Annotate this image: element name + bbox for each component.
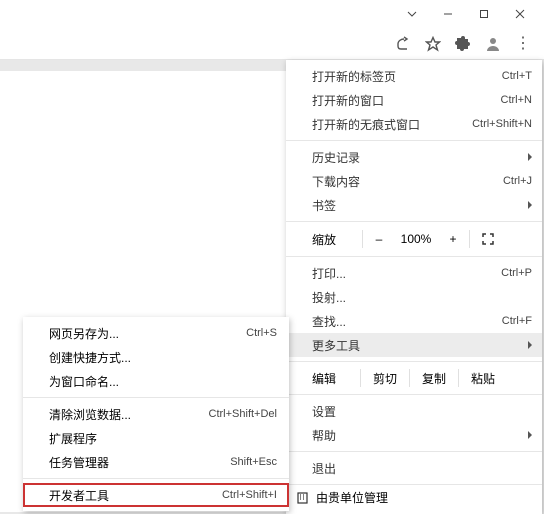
- building-icon: [294, 491, 310, 504]
- submenu-name-window[interactable]: 为窗口命名...: [23, 369, 289, 393]
- menu-new-window[interactable]: 打开新的窗口Ctrl+N: [286, 88, 542, 112]
- chevron-right-icon: [528, 201, 532, 209]
- menu-managed[interactable]: 由贵单位管理: [286, 484, 542, 510]
- menu-separator: [286, 140, 542, 141]
- submenu-create-shortcut[interactable]: 创建快捷方式...: [23, 345, 289, 369]
- menu-find[interactable]: 查找...Ctrl+F: [286, 309, 542, 333]
- more-tools-submenu: 网页另存为...Ctrl+S 创建快捷方式... 为窗口命名... 清除浏览数据…: [23, 317, 289, 511]
- window-minimize-button[interactable]: [430, 2, 466, 26]
- menu-downloads[interactable]: 下载内容Ctrl+J: [286, 169, 542, 193]
- bookmark-button[interactable]: [424, 35, 442, 53]
- maximize-icon: [478, 8, 490, 20]
- chevron-down-icon: [406, 8, 418, 20]
- menu-history[interactable]: 历史记录: [286, 145, 542, 169]
- submenu-clear-browsing-data[interactable]: 清除浏览数据...Ctrl+Shift+Del: [23, 402, 289, 426]
- menu-edit-row: 编辑 剪切 复制 粘贴: [286, 366, 542, 390]
- submenu-separator: [23, 397, 289, 398]
- main-menu: 打开新的标签页Ctrl+T 打开新的窗口Ctrl+N 打开新的无痕式窗口Ctrl…: [286, 60, 542, 514]
- extensions-button[interactable]: [454, 35, 472, 53]
- star-icon: [425, 36, 441, 52]
- submenu-extensions[interactable]: 扩展程序: [23, 426, 289, 450]
- browser-toolbar: ⋮: [0, 28, 544, 60]
- fullscreen-icon: [482, 233, 494, 245]
- menu-exit[interactable]: 退出: [286, 456, 542, 480]
- kebab-icon: ⋮: [515, 36, 531, 52]
- menu-separator: [286, 451, 542, 452]
- menu-separator: [286, 256, 542, 257]
- menu-button[interactable]: ⋮: [514, 35, 532, 53]
- menu-help[interactable]: 帮助: [286, 423, 542, 447]
- avatar-icon: [485, 36, 501, 52]
- close-icon: [514, 8, 526, 20]
- menu-print[interactable]: 打印...Ctrl+P: [286, 261, 542, 285]
- window-maximize-button[interactable]: [466, 2, 502, 26]
- menu-cast[interactable]: 投射...: [286, 285, 542, 309]
- menu-separator: [286, 361, 542, 362]
- tabs-dropdown-button[interactable]: [394, 2, 430, 26]
- menu-more-tools[interactable]: 更多工具: [286, 333, 542, 357]
- zoom-value: 100%: [393, 232, 439, 246]
- chevron-right-icon: [528, 341, 532, 349]
- edit-paste[interactable]: 粘贴: [459, 370, 507, 387]
- menu-zoom-row: 缩放 – 100% +: [286, 226, 542, 252]
- window-titlebar: [0, 0, 544, 28]
- window-close-button[interactable]: [502, 2, 538, 26]
- submenu-developer-tools[interactable]: 开发者工具Ctrl+Shift+I: [23, 483, 289, 507]
- fullscreen-button[interactable]: [472, 233, 504, 245]
- zoom-out-button[interactable]: –: [365, 232, 393, 246]
- edit-copy[interactable]: 复制: [410, 370, 458, 387]
- share-icon: [395, 36, 411, 52]
- puzzle-icon: [455, 36, 471, 52]
- menu-separator: [286, 394, 542, 395]
- menu-new-tab[interactable]: 打开新的标签页Ctrl+T: [286, 64, 542, 88]
- chevron-right-icon: [528, 431, 532, 439]
- menu-separator: [286, 221, 542, 222]
- submenu-task-manager[interactable]: 任务管理器Shift+Esc: [23, 450, 289, 474]
- minimize-icon: [442, 8, 454, 20]
- chevron-right-icon: [528, 153, 532, 161]
- zoom-in-button[interactable]: +: [439, 232, 467, 246]
- share-button[interactable]: [394, 35, 412, 53]
- submenu-separator: [23, 478, 289, 479]
- edit-cut[interactable]: 剪切: [361, 370, 409, 387]
- menu-settings[interactable]: 设置: [286, 399, 542, 423]
- menu-new-incognito[interactable]: 打开新的无痕式窗口Ctrl+Shift+N: [286, 112, 542, 136]
- profile-button[interactable]: [484, 35, 502, 53]
- menu-bookmarks[interactable]: 书签: [286, 193, 542, 217]
- submenu-save-page-as[interactable]: 网页另存为...Ctrl+S: [23, 321, 289, 345]
